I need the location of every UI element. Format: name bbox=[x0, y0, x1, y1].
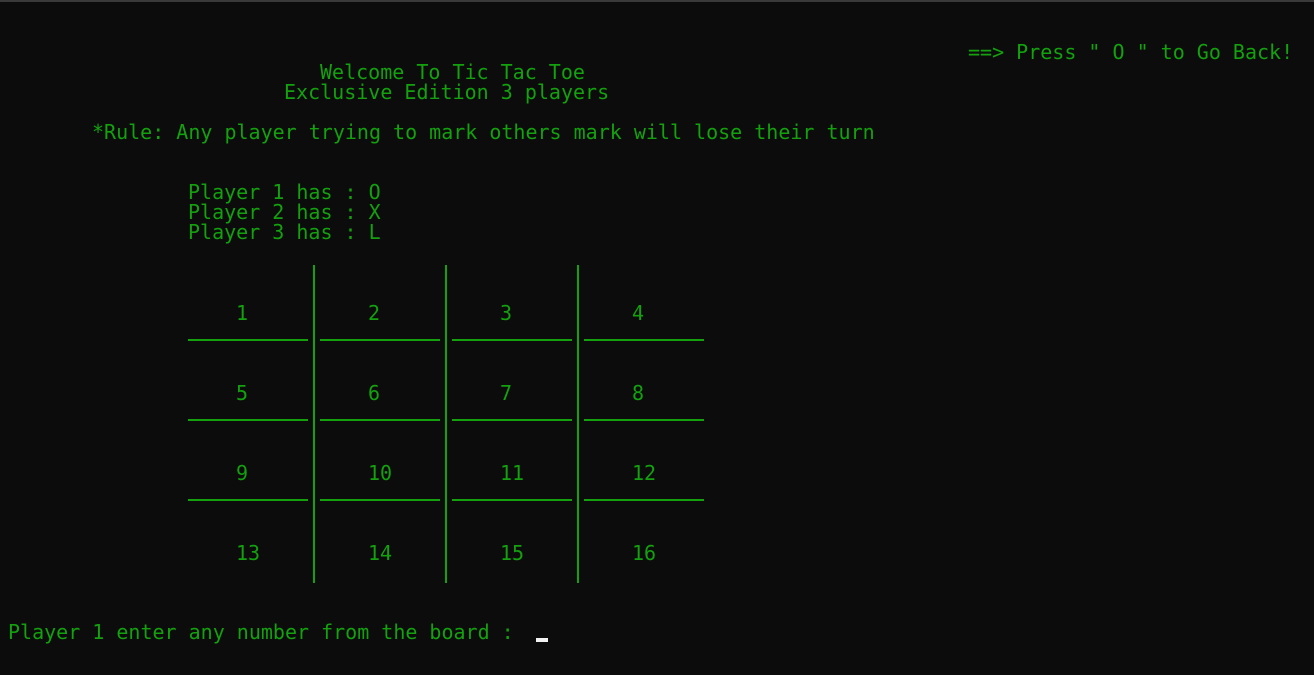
board-horizontal-line bbox=[188, 339, 308, 341]
board-horizontal-line bbox=[320, 339, 440, 341]
board-cell-13: 13 bbox=[235, 541, 261, 565]
board-horizontal-line bbox=[584, 499, 704, 501]
board-cell-2: 2 bbox=[367, 301, 381, 325]
player-2-mark: Player 2 has : X bbox=[188, 200, 381, 224]
edition-subtitle: Exclusive Edition 3 players bbox=[284, 80, 610, 104]
board-cell-9: 9 bbox=[235, 461, 249, 485]
board-cell-6: 6 bbox=[367, 381, 381, 405]
board-horizontal-line bbox=[320, 499, 440, 501]
board-cell-14: 14 bbox=[367, 541, 393, 565]
back-hint: ==> Press " O " to Go Back! bbox=[968, 40, 1294, 64]
board-cell-7: 7 bbox=[499, 381, 513, 405]
rule-text: *Rule: Any player trying to mark others … bbox=[92, 120, 875, 144]
board-horizontal-line bbox=[584, 339, 704, 341]
board-cell-16: 16 bbox=[631, 541, 657, 565]
board-horizontal-line bbox=[188, 419, 308, 421]
board-horizontal-line bbox=[452, 419, 572, 421]
board-cell-10: 10 bbox=[367, 461, 393, 485]
player-3-mark: Player 3 has : L bbox=[188, 220, 381, 244]
board-cell-3: 3 bbox=[499, 301, 513, 325]
board-horizontal-line bbox=[452, 339, 572, 341]
board-cell-11: 11 bbox=[499, 461, 525, 485]
welcome-title: Welcome To Tic Tac Toe bbox=[320, 60, 585, 84]
text-cursor[interactable] bbox=[536, 638, 548, 642]
board-cell-8: 8 bbox=[631, 381, 645, 405]
board-cell-12: 12 bbox=[631, 461, 657, 485]
player-1-mark: Player 1 has : O bbox=[188, 180, 381, 204]
board-horizontal-line bbox=[320, 419, 440, 421]
board-cell-1: 1 bbox=[235, 301, 249, 325]
board-cell-5: 5 bbox=[235, 381, 249, 405]
input-prompt: Player 1 enter any number from the board… bbox=[8, 620, 514, 644]
board-cell-4: 4 bbox=[631, 301, 645, 325]
board-horizontal-line bbox=[584, 419, 704, 421]
console-window: ==> Press " O " to Go Back! Welcome To T… bbox=[0, 0, 1314, 675]
board-cell-15: 15 bbox=[499, 541, 525, 565]
board-horizontal-line bbox=[188, 499, 308, 501]
board-horizontal-line bbox=[452, 499, 572, 501]
